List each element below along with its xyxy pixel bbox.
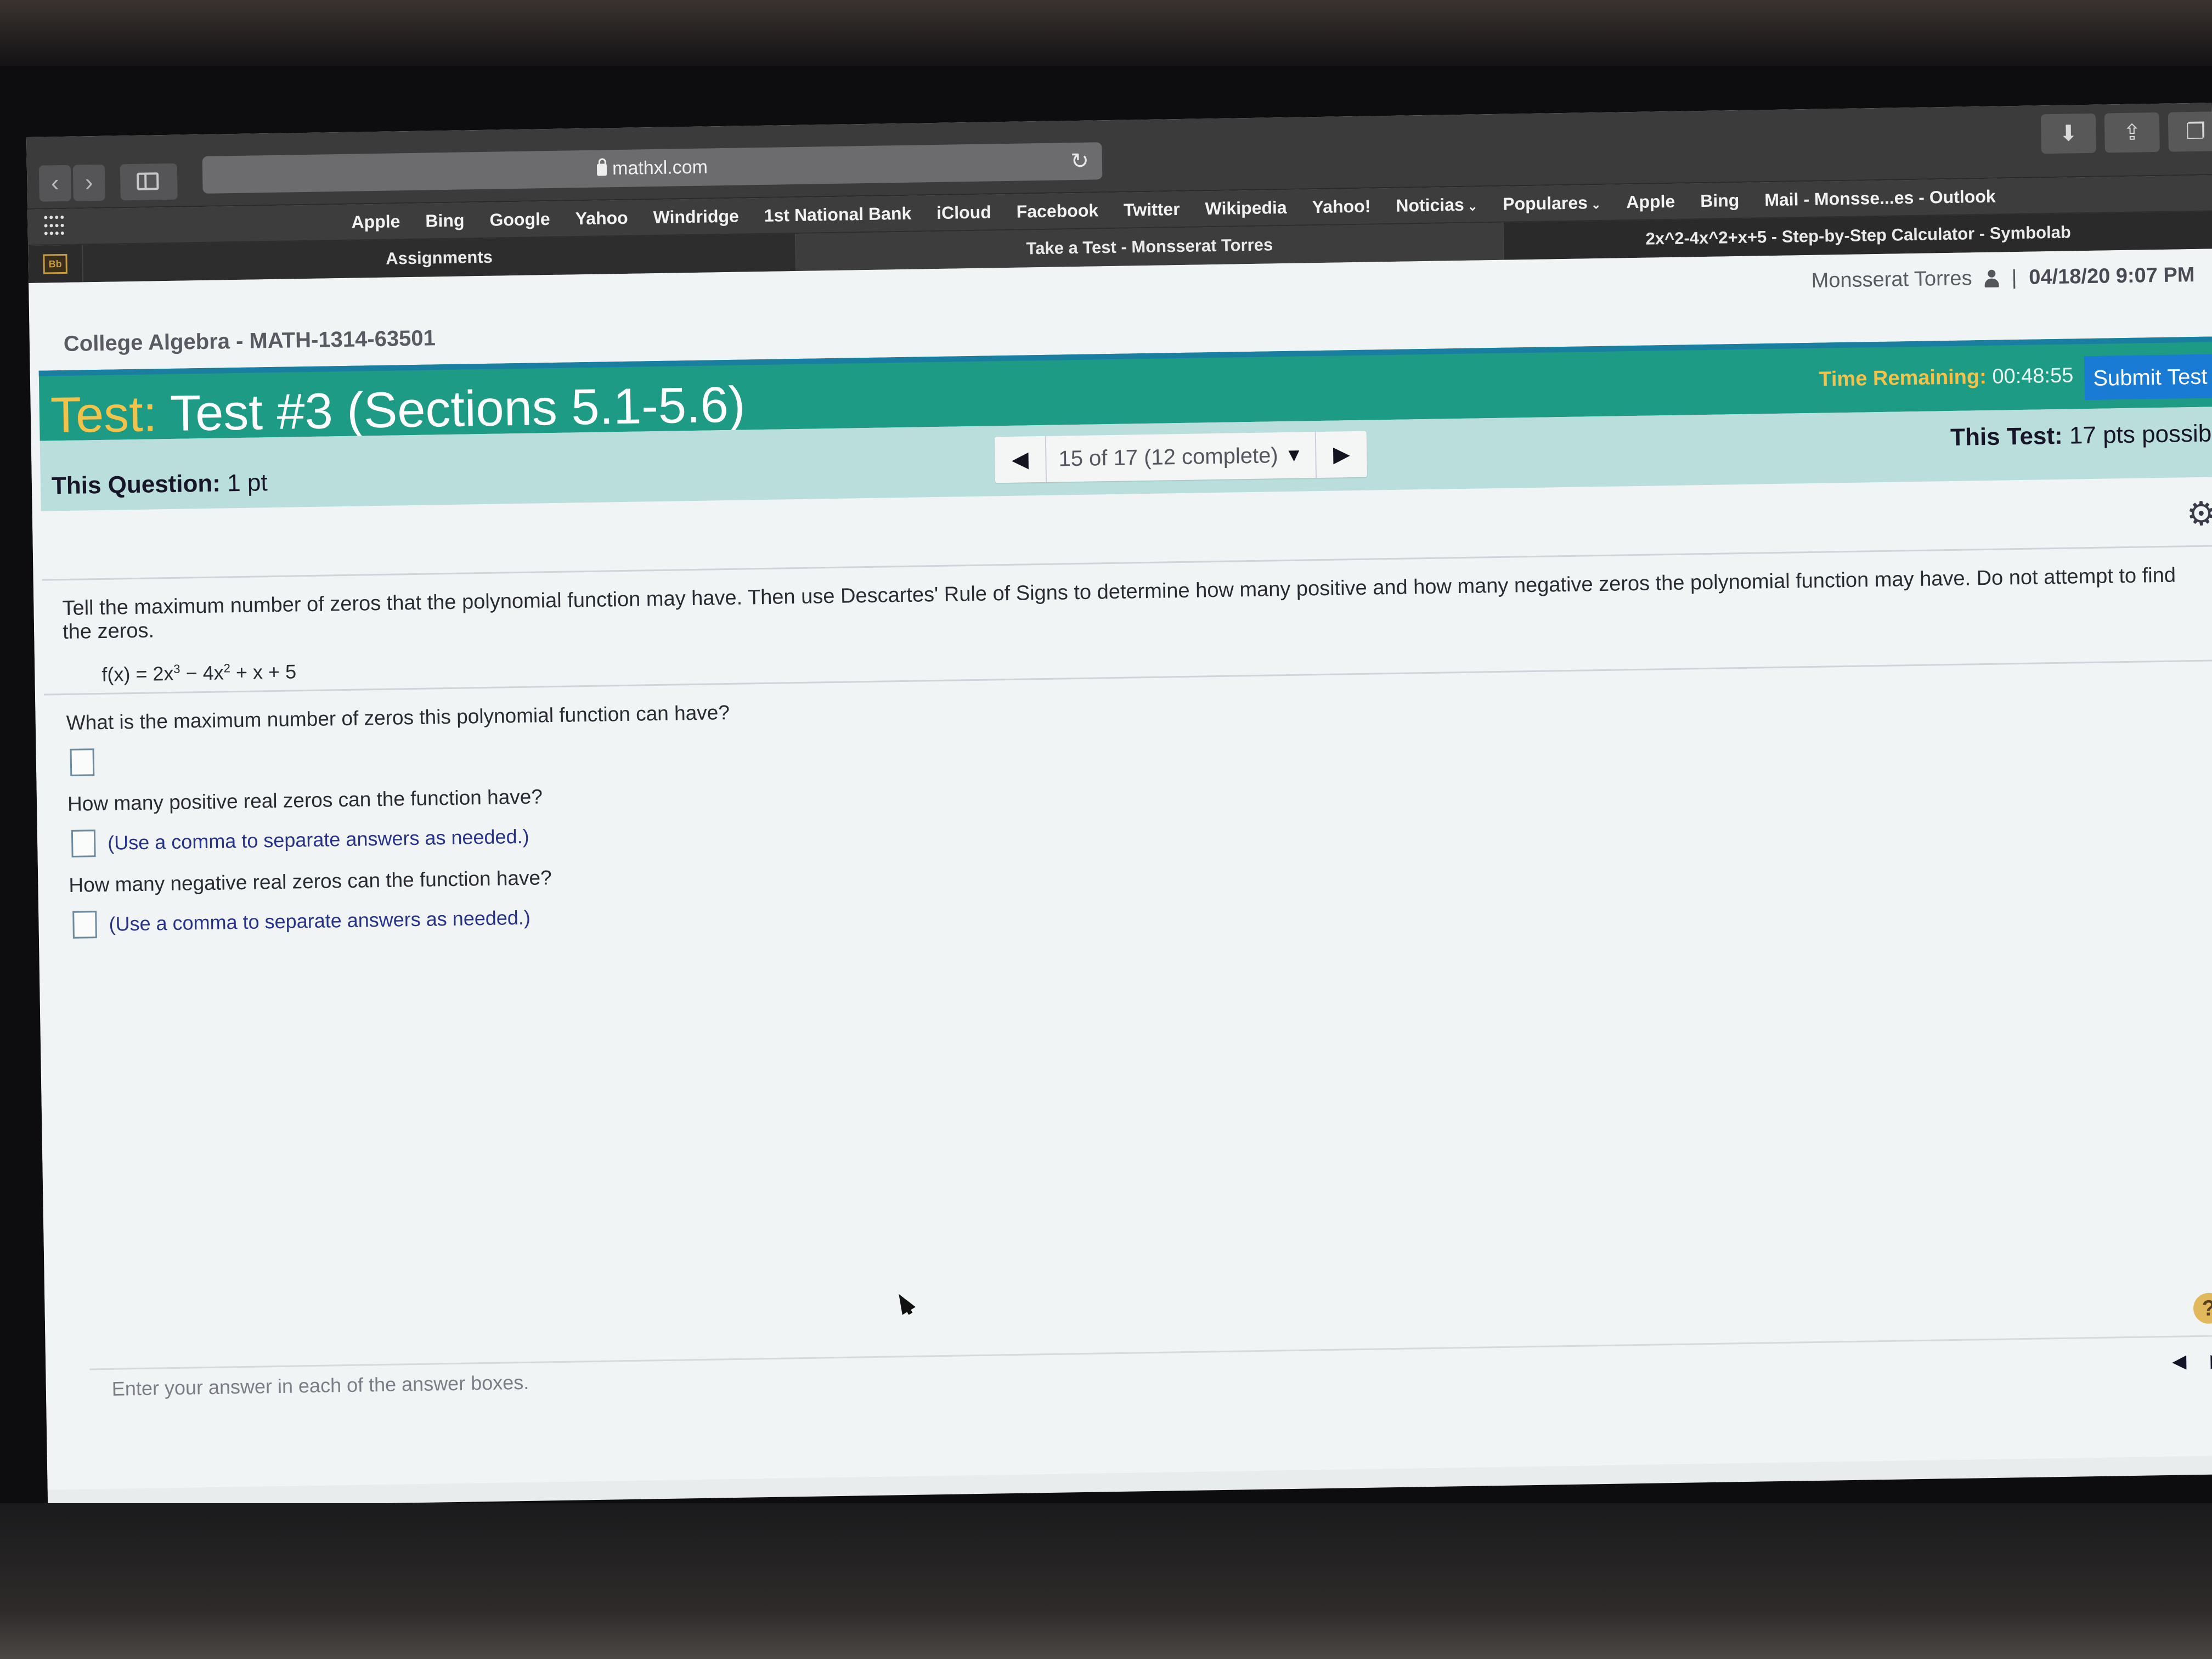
url-text: mathxl.com [612, 156, 708, 179]
mathxl-page: Monsserat Torres | 04/18/20 9:07 PM Coll… [29, 249, 2212, 1490]
background-room [0, 0, 2212, 66]
comma-hint: (Use a comma to separate answers as need… [107, 825, 529, 854]
bookmark-folder-label: Noticias [1396, 194, 1465, 216]
caret-down-icon: ▼ [1284, 444, 1304, 466]
bookmark-bing-2[interactable]: Bing [1700, 190, 1740, 211]
time-remaining-value: 00:48:55 [1992, 364, 2074, 388]
blackboard-icon: Bb [43, 253, 67, 274]
question-points: This Question: 1 pt [52, 469, 268, 500]
submit-test-button[interactable]: Submit Test [2084, 354, 2212, 400]
user-name[interactable]: Monsserat Torres [1811, 267, 1972, 293]
bookmark-icloud[interactable]: iCloud [936, 202, 991, 223]
current-datetime: 04/18/20 9:07 PM [2029, 263, 2195, 289]
tab-overview-button[interactable]: ❐ [2168, 111, 2212, 152]
user-icon [1984, 269, 1999, 287]
download-button[interactable]: ⬇ [2040, 113, 2096, 154]
sidebar-toggle-button[interactable] [120, 163, 178, 201]
footer-prev-button[interactable]: ◀ [2172, 1350, 2187, 1372]
question-points-value: 1 pt [227, 469, 268, 497]
download-icon: ⬇ [2059, 121, 2078, 146]
chevron-left-icon: ‹ [50, 170, 60, 197]
bookmark-folder-label: Populares [1502, 192, 1588, 214]
bookmark-facebook[interactable]: Facebook [1016, 200, 1098, 222]
separator: | [2011, 266, 2017, 290]
formula-exponent: 3 [173, 662, 180, 676]
help-icon[interactable]: ? [2193, 1293, 2212, 1324]
positive-zeros-input[interactable] [71, 830, 96, 857]
bookmark-apple[interactable]: Apple [351, 211, 400, 232]
formula-part: f(x) = 2x [101, 662, 174, 686]
bookmark-wikipedia[interactable]: Wikipedia [1205, 197, 1287, 218]
tab-label: Assignments [385, 247, 493, 268]
question-points-label: This Question: [51, 470, 221, 500]
test-points-label: This Test: [1950, 422, 2063, 451]
tab-label: Take a Test - Monsserat Torres [1026, 235, 1273, 258]
gear-icon[interactable]: ⚙ [2186, 494, 2212, 533]
time-remaining-label: Time Remaining: [1819, 365, 1987, 391]
forward-button[interactable]: › [72, 164, 105, 201]
bookmark-outlook-mail[interactable]: Mail - Monsse...es - Outlook [1764, 186, 1996, 210]
question-footer: ? Enter your answer in each of the answe… [89, 1293, 2212, 1458]
bookmark-twitter[interactable]: Twitter [1124, 199, 1180, 220]
laptop-bezel [0, 1503, 2212, 1659]
formula-part: − 4x [180, 661, 224, 685]
user-info: Monsserat Torres | 04/18/20 9:07 PM [1811, 263, 2194, 293]
share-icon: ⇪ [2123, 120, 2142, 145]
time-remaining: Time Remaining: 00:48:55 [1819, 364, 2074, 391]
bookmark-windridge[interactable]: Windridge [653, 206, 739, 227]
question-select-dropdown[interactable]: 15 of 17 (12 complete) ▼ [1046, 432, 1316, 482]
test-points: This Test: 17 pts possibl [1950, 420, 2212, 452]
triangle-right-icon: ▶ [1333, 442, 1351, 467]
question-progress: 15 of 17 (12 complete) [1058, 443, 1279, 471]
question-content: Tell the maximum number of zeros that th… [42, 545, 2212, 939]
mouse-cursor-icon [892, 1290, 916, 1315]
sidebar-icon [137, 172, 159, 190]
test-points-value: 17 pts possibl [2069, 420, 2212, 449]
lock-icon [596, 163, 607, 176]
formula-part: + x + 5 [230, 660, 297, 684]
bookmark-bing[interactable]: Bing [425, 210, 465, 231]
apps-grid-icon[interactable] [44, 215, 66, 238]
bookmark-1st-national-bank[interactable]: 1st National Bank [764, 203, 911, 225]
bookmark-folder-noticias[interactable]: Noticias ⌄ [1396, 194, 1477, 216]
question-navigator: ◀ 15 of 17 (12 complete) ▼ ▶ [994, 431, 1368, 483]
reload-icon[interactable]: ↻ [1070, 143, 1090, 180]
max-zeros-input[interactable] [70, 748, 95, 776]
tabs-icon: ❐ [2186, 119, 2206, 144]
bookmark-apple-2[interactable]: Apple [1626, 191, 1675, 212]
next-question-button[interactable]: ▶ [1314, 431, 1368, 478]
chevron-down-icon: ⌄ [1590, 197, 1601, 211]
course-title: College Algebra - MATH-1314-63501 [63, 326, 436, 356]
previous-question-button[interactable]: ◀ [994, 436, 1047, 483]
bookmark-yahoo[interactable]: Yahoo [575, 207, 628, 229]
chevron-down-icon: ⌄ [1467, 199, 1478, 213]
back-button[interactable]: ‹ [38, 165, 71, 202]
formula-exponent: 2 [223, 661, 231, 675]
chevron-right-icon: › [84, 169, 94, 196]
triangle-left-icon: ◀ [1011, 447, 1029, 472]
comma-hint: (Use a comma to separate answers as need… [109, 906, 531, 935]
bookmark-yahoo-exclaim[interactable]: Yahoo! [1312, 196, 1370, 217]
browser-window: ‹ › mathxl.com ↻ ⬇ ⇪ ❐ Apple Bing Google… [26, 103, 2212, 1509]
address-bar[interactable]: mathxl.com ↻ [202, 142, 1103, 194]
footer-instruction: Enter your answer in each of the answer … [111, 1370, 529, 1400]
tab-pinned-blackboard[interactable]: Bb [28, 245, 84, 283]
negative-zeros-input[interactable] [72, 911, 97, 939]
test-label: Test: [50, 386, 158, 444]
tab-label: 2x^2-4x^2+x+5 - Step-by-Step Calculator … [1645, 222, 2072, 249]
bookmark-google[interactable]: Google [489, 209, 550, 230]
bookmark-folder-populares[interactable]: Populares ⌄ [1503, 192, 1601, 214]
footer-pager: ◀ ▶ [2172, 1350, 2212, 1373]
share-button[interactable]: ⇪ [2104, 112, 2160, 153]
